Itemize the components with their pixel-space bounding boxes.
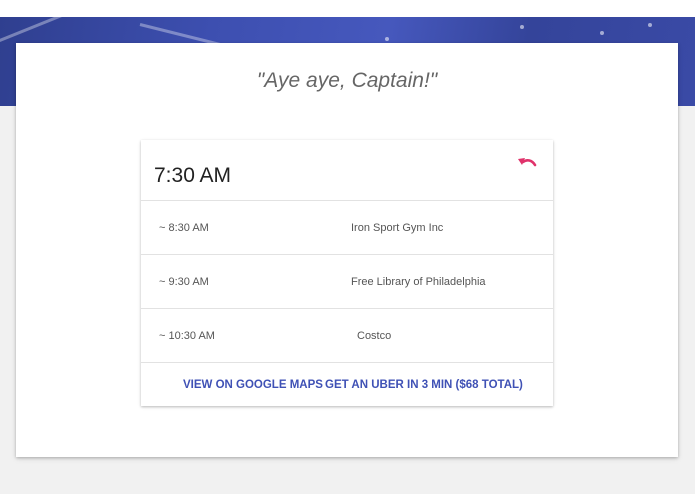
stop-place: Costco: [357, 330, 392, 342]
main-card: "Aye aye, Captain!" 7:30 AM ~ 8:30 AM Ir…: [16, 43, 678, 457]
top-strip: [0, 0, 695, 17]
stop-time: ~ 9:30 AM: [159, 276, 209, 288]
view-on-google-maps-link[interactable]: VIEW ON GOOGLE MAPS: [183, 379, 323, 391]
itinerary-stop: ~ 10:30 AM Costco: [141, 309, 553, 363]
hero-quote: "Aye aye, Captain!": [256, 69, 438, 92]
undo-button[interactable]: [516, 156, 538, 174]
stop-place: Free Library of Philadelphia: [351, 276, 486, 288]
itinerary-card: 7:30 AM ~ 8:30 AM Iron Sport Gym Inc ~ 9…: [141, 140, 553, 406]
stop-time: ~ 8:30 AM: [159, 222, 209, 234]
itinerary-actions: VIEW ON GOOGLE MAPS GET AN UBER IN 3 MIN…: [141, 363, 553, 406]
stop-place: Iron Sport Gym Inc: [351, 222, 444, 234]
hero-decoration: [600, 31, 604, 35]
undo-icon: [518, 158, 537, 167]
hero-decoration: [648, 23, 652, 27]
hero-decoration: [520, 25, 524, 29]
start-time: 7:30 AM: [154, 164, 232, 187]
itinerary-stop: ~ 8:30 AM Iron Sport Gym Inc: [141, 201, 553, 255]
get-uber-link[interactable]: GET AN UBER IN 3 MIN ($68 TOTAL): [325, 379, 523, 391]
stop-time: ~ 10:30 AM: [159, 330, 215, 342]
hero-decoration: [385, 37, 389, 41]
itinerary-stop: ~ 9:30 AM Free Library of Philadelphia: [141, 255, 553, 309]
itinerary-header: 7:30 AM: [141, 140, 553, 201]
